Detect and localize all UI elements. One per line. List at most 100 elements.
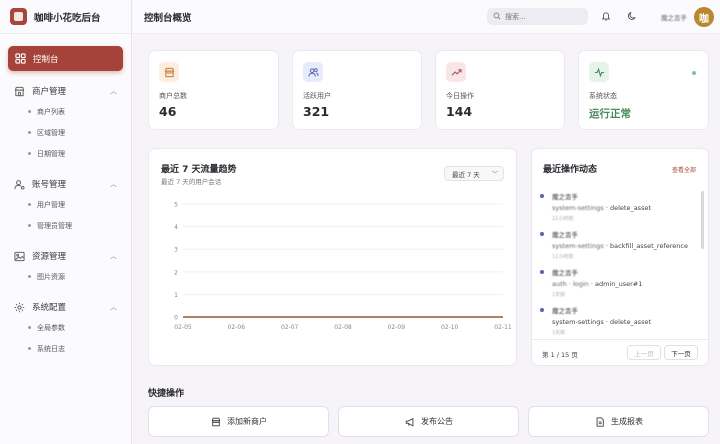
- activity-list[interactable]: 魔之吉手 system-settings · delete_asset 11小时…: [532, 189, 702, 359]
- brand: 咖啡小花吃后台: [0, 0, 131, 34]
- sidebar-item-users[interactable]: 用户管理: [8, 194, 123, 215]
- sidebar-group-system: 系统配置 ︿ 全局参数 系统日志: [8, 297, 123, 359]
- y-tick-label: 3: [174, 247, 178, 254]
- list-item: 魔之吉手 system-settings · delete_asset 1天前: [532, 303, 702, 341]
- y-tick-label: 5: [174, 202, 178, 209]
- y-tick-label: 4: [174, 224, 178, 231]
- x-tick-label: 02-06: [228, 324, 246, 331]
- sidebar-group-label: 资源管理: [32, 252, 67, 262]
- y-tick-label: 2: [174, 269, 178, 276]
- view-all-link[interactable]: 查看全部: [672, 165, 696, 174]
- prev-page-button[interactable]: 上一页: [627, 345, 661, 360]
- bullet-icon: [540, 270, 544, 274]
- activity-desc: system-settings · backfill_asset_referen…: [552, 242, 688, 250]
- publish-notice-button[interactable]: 发布公告: [338, 406, 519, 437]
- sidebar-item-label: 全局参数: [37, 323, 65, 332]
- activity-time: 11小时前: [552, 216, 574, 222]
- x-tick-label: 02-10: [441, 324, 459, 331]
- sidebar-item-label: 图片资源: [37, 272, 65, 281]
- user-name[interactable]: 魔之吉手: [661, 12, 687, 22]
- sidebar-group-accounts: 账号管理 ︿ 用户管理 管理员管理: [8, 174, 123, 236]
- bullet-icon: [540, 308, 544, 312]
- sidebar-group-resources-toggle[interactable]: 资源管理 ︿: [8, 246, 123, 266]
- brand-logo-icon: [10, 8, 27, 25]
- activity-desc: system-settings · delete_asset: [552, 204, 651, 212]
- activity-card: 最近操作动态 查看全部 魔之吉手 system-settings · delet…: [531, 148, 709, 366]
- stat-label: 商户总数: [159, 92, 187, 100]
- sidebar-nav: 控制台 商户管理 ︿ 商户列表 区域管理 日期管理 账号管理 ︿ 用户管理 管理…: [0, 34, 131, 371]
- stat-card-system-status: 系统状态 运行正常: [578, 50, 709, 130]
- chevron-up-icon: ︿: [110, 87, 117, 95]
- generate-report-button[interactable]: 生成报表: [528, 406, 709, 437]
- list-item: 魔之吉手 auth · login · admin_user#1 1天前: [532, 265, 702, 303]
- activity-source: auth · login: [552, 280, 589, 288]
- store-icon: [13, 85, 25, 97]
- chevron-up-icon: ︿: [110, 303, 117, 311]
- publish-notice-label: 发布公告: [421, 417, 453, 426]
- sidebar-group-label: 商户管理: [32, 87, 67, 97]
- user-settings-icon: [13, 178, 25, 190]
- brand-title: 咖啡小花吃后台: [34, 12, 101, 24]
- stat-value: 321: [303, 104, 330, 119]
- traffic-chart-card: 最近 7 天流量趋势 最近 7 天的用户会话 最近 7 天 ﹀ 5 4 3 2 1 0 02…: [148, 148, 517, 366]
- stat-card-active-users: 活跃用户 321: [292, 50, 422, 130]
- generate-report-label: 生成报表: [611, 417, 643, 426]
- list-item: 魔之吉手 system-settings · delete_asset 11小时…: [532, 189, 702, 227]
- add-merchant-button[interactable]: 添加新商户: [148, 406, 329, 437]
- sidebar-group-label: 系统配置: [32, 303, 67, 313]
- activity-time: 1天前: [552, 330, 566, 336]
- status-dot: [692, 71, 696, 75]
- sidebar-item-images[interactable]: 图片资源: [8, 266, 123, 287]
- y-tick-label: 1: [174, 292, 178, 299]
- sidebar-item-admins[interactable]: 管理员管理: [8, 215, 123, 236]
- sidebar-item-label: 控制台: [33, 54, 59, 65]
- page-title: 控制台概览: [144, 12, 192, 24]
- moon-icon[interactable]: [626, 10, 638, 22]
- sidebar-item-dashboard[interactable]: 控制台: [8, 46, 123, 71]
- sidebar-item-region[interactable]: 区域管理: [8, 122, 123, 143]
- stat-label: 今日操作: [446, 92, 474, 100]
- stat-card-merchants: 商户总数 46: [148, 50, 279, 130]
- next-page-button[interactable]: 下一页: [664, 345, 698, 360]
- x-tick-label: 02-09: [388, 324, 406, 331]
- users-icon: [303, 62, 323, 82]
- list-item: 魔之吉手 system-settings · backfill_asset_re…: [532, 227, 702, 265]
- bullet-icon: [540, 232, 544, 236]
- search-box[interactable]: [487, 8, 588, 25]
- chevron-up-icon: ︿: [110, 252, 117, 260]
- activity-time: 1天前: [552, 292, 566, 298]
- stat-value: 46: [159, 104, 177, 119]
- quick-actions-title: 快捷操作: [148, 389, 185, 399]
- sidebar-item-date[interactable]: 日期管理: [8, 143, 123, 164]
- bullet-icon: [540, 194, 544, 198]
- avatar[interactable]: 咖: [694, 7, 714, 27]
- search-input[interactable]: [505, 12, 575, 21]
- y-tick-label: 0: [174, 315, 178, 322]
- image-icon: [13, 250, 25, 262]
- activity-user: 魔之吉手: [552, 231, 578, 239]
- sidebar-group-merchants-toggle[interactable]: 商户管理 ︿: [8, 81, 123, 101]
- sidebar-item-label: 日期管理: [37, 149, 65, 158]
- bell-icon[interactable]: [600, 10, 612, 22]
- chevron-up-icon: ︿: [110, 180, 117, 188]
- sidebar-item-system-log[interactable]: 系统日志: [8, 338, 123, 359]
- x-tick-label: 02-05: [174, 324, 192, 331]
- store-icon: [159, 62, 179, 82]
- topbar: 控制台概览 魔之吉手 咖: [133, 0, 720, 34]
- sidebar-item-merchant-list[interactable]: 商户列表: [8, 101, 123, 122]
- activity-scrollbar[interactable]: [701, 191, 704, 249]
- activity-action: backfill_asset_reference: [609, 242, 688, 250]
- x-tick-label: 02-07: [281, 324, 299, 331]
- activity-desc: system-settings · delete_asset: [552, 318, 651, 326]
- sidebar-item-label: 系统日志: [37, 344, 65, 353]
- sidebar-group-accounts-toggle[interactable]: 账号管理 ︿: [8, 174, 123, 194]
- sidebar-group-resources: 资源管理 ︿ 图片资源: [8, 246, 123, 287]
- activity-desc: auth · login · admin_user#1: [552, 280, 643, 288]
- activity-time: 11小时前: [552, 254, 574, 260]
- sidebar-item-label: 区域管理: [37, 128, 65, 137]
- sidebar-item-global-params[interactable]: 全局参数: [8, 317, 123, 338]
- sidebar-item-label: 商户列表: [37, 107, 65, 116]
- sidebar-group-system-toggle[interactable]: 系统配置 ︿: [8, 297, 123, 317]
- gear-icon: [13, 301, 25, 313]
- activity-user: 魔之吉手: [552, 193, 578, 201]
